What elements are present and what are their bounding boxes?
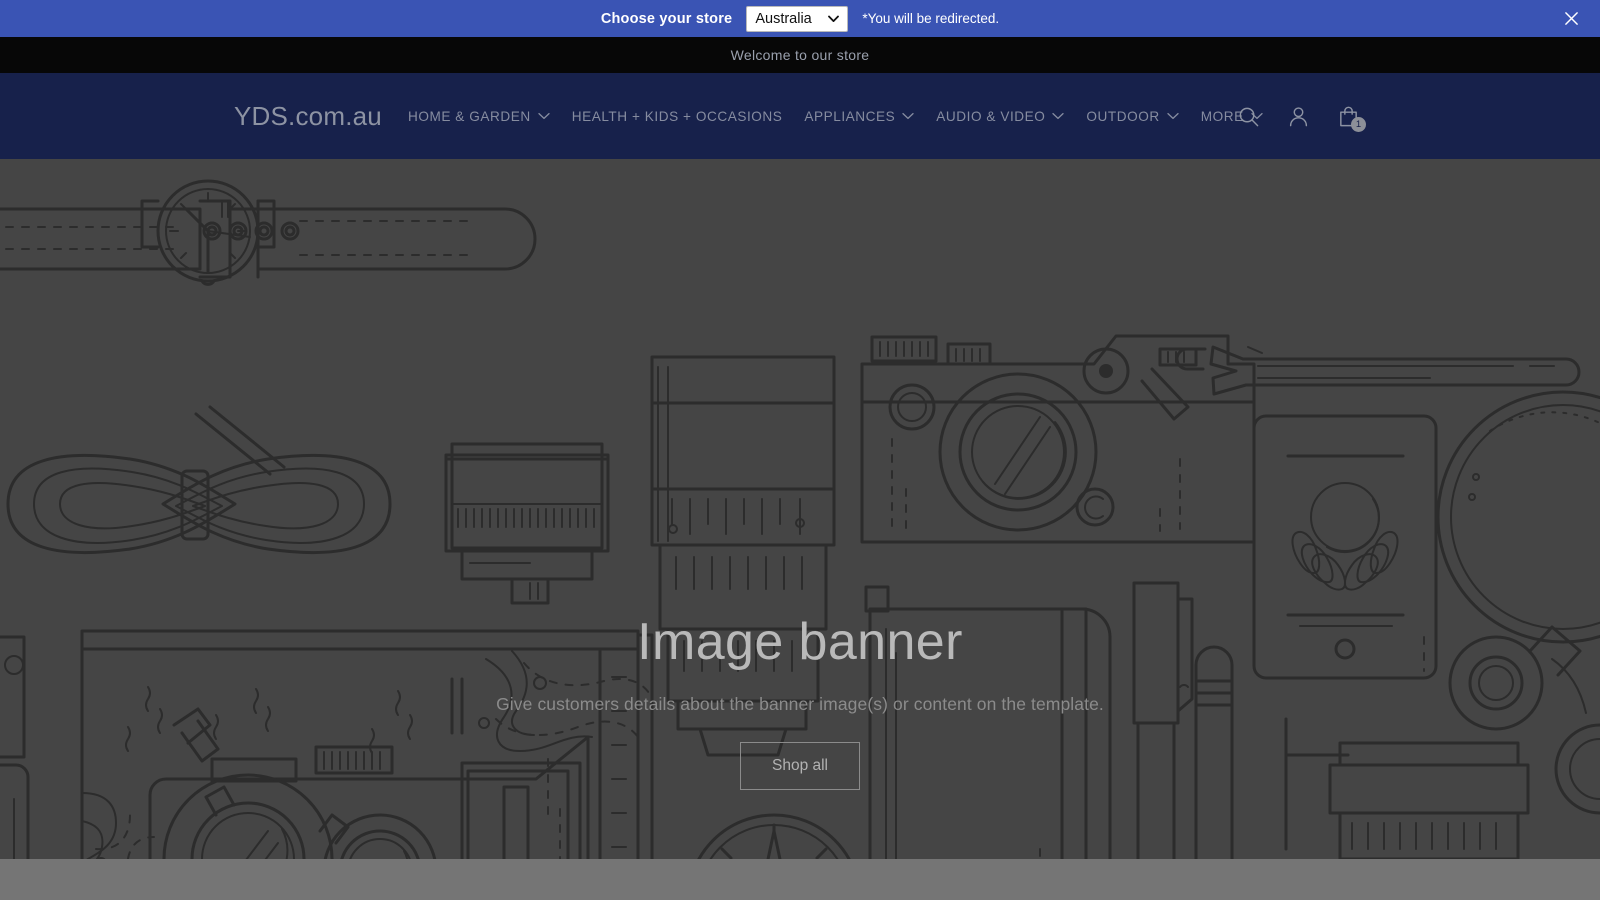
search-glyph (1237, 105, 1260, 128)
site-header: YDS.com.au HOME & GARDEN HEALTH + KIDS +… (0, 73, 1600, 159)
store-select-wrapper: Australia (746, 6, 848, 32)
cart-count-badge: 1 (1351, 117, 1366, 132)
nav-label: OUTDOOR (1086, 109, 1159, 124)
nav-item-home-garden[interactable]: HOME & GARDEN (397, 96, 561, 136)
site-logo[interactable]: YDS.com.au (234, 101, 382, 132)
main-navigation: HOME & GARDEN HEALTH + KIDS + OCCASIONS … (397, 96, 1274, 136)
shopping-bag-icon[interactable]: 1 (1333, 101, 1363, 131)
hero-banner: Image banner Give customers details abou… (0, 159, 1600, 859)
chevron-down-icon (902, 112, 914, 120)
nav-label: HEALTH + KIDS + OCCASIONS (572, 109, 783, 124)
shop-all-button[interactable]: Shop all (740, 742, 860, 790)
store-select[interactable]: Australia (746, 6, 848, 32)
redirect-note: *You will be redirected. (862, 11, 999, 26)
hero-content: Image banner Give customers details abou… (0, 616, 1600, 790)
page-bottom-strip (0, 859, 1600, 900)
close-icon[interactable] (1558, 6, 1584, 32)
nav-label: APPLIANCES (804, 109, 895, 124)
chevron-down-icon (1052, 112, 1064, 120)
nav-item-health-kids-occasions[interactable]: HEALTH + KIDS + OCCASIONS (561, 96, 794, 136)
nav-label: AUDIO & VIDEO (936, 109, 1045, 124)
nav-item-outdoor[interactable]: OUTDOOR (1075, 96, 1189, 136)
header-actions: 1 (1233, 101, 1363, 131)
store-chooser-banner: Choose your store Australia *You will be… (0, 0, 1600, 37)
announcement-bar: Welcome to our store (0, 37, 1600, 73)
nav-label: HOME & GARDEN (408, 109, 531, 124)
user-glyph (1287, 105, 1310, 128)
nav-item-audio-video[interactable]: AUDIO & VIDEO (925, 96, 1075, 136)
hero-subheading: Give customers details about the banner … (496, 694, 1104, 715)
store-chooser-label: Choose your store (601, 11, 733, 27)
search-icon[interactable] (1233, 101, 1263, 131)
chevron-down-icon (1167, 112, 1179, 120)
announcement-text: Welcome to our store (731, 47, 870, 63)
close-glyph (1564, 11, 1579, 26)
nav-item-appliances[interactable]: APPLIANCES (793, 96, 925, 136)
chevron-down-icon (538, 112, 550, 120)
user-icon[interactable] (1283, 101, 1313, 131)
hero-heading: Image banner (637, 616, 963, 668)
